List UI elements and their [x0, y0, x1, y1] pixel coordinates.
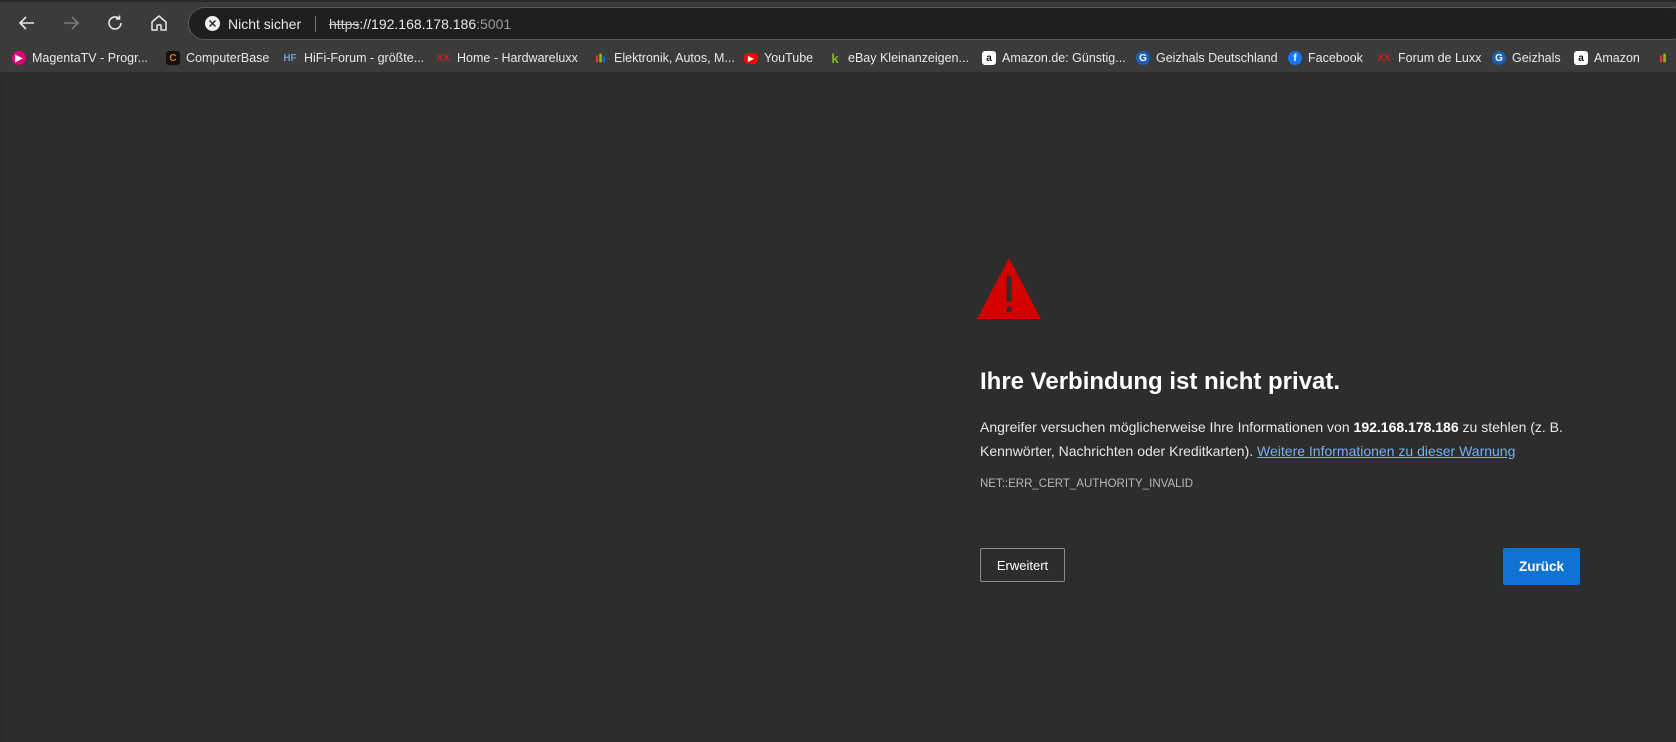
error-description: Angreifer versuchen möglicherweise Ihre …: [980, 415, 1600, 463]
advanced-button[interactable]: Erweitert: [980, 548, 1065, 582]
bookmark-label: YouTube: [764, 51, 814, 65]
url-port: :5001: [476, 15, 512, 32]
amazon-icon: a: [982, 51, 996, 65]
bookmark-amazon[interactable]: a Amazon: [1574, 47, 1640, 69]
bookmark-magentatv[interactable]: ▶ MagentaTV - Progr...: [12, 47, 148, 69]
bookmark-kleinanzeigen[interactable]: k eBay Kleinanzeigen...: [828, 47, 969, 69]
arrow-right-icon: [64, 16, 80, 30]
more-info-link[interactable]: Weitere Informationen zu dieser Warnung: [1257, 443, 1515, 459]
url-text[interactable]: https://192.168.178.186:5001: [329, 8, 511, 39]
bookmark-label: Geizhals Deutschland: [1156, 51, 1278, 65]
hifi-forum-icon: HF: [283, 52, 297, 64]
bookmark-geizhals-deutschland[interactable]: G Geizhals Deutschland: [1136, 47, 1278, 69]
address-divider: [315, 16, 316, 32]
computerbase-icon: C: [166, 51, 180, 65]
description-text: Angreifer versuchen möglicherweise Ihre …: [980, 419, 1354, 435]
bookmark-label: MagentaTV - Progr...: [32, 51, 149, 65]
ebay-icon: [1658, 51, 1672, 65]
facebook-icon: f: [1288, 51, 1302, 65]
bookmark-facebook[interactable]: f Facebook: [1288, 47, 1363, 69]
geizhals-icon: G: [1492, 51, 1506, 65]
bookmark-label: ComputerBase: [186, 51, 270, 65]
bookmark-amazon-de[interactable]: a Amazon.de: Günstig...: [982, 47, 1126, 69]
bookmark-label: Geizhals: [1512, 51, 1561, 65]
site-security-indicator[interactable]: Nicht sicher: [205, 8, 301, 39]
back-button[interactable]: [10, 6, 44, 40]
bookmark-label: Forum de Luxx: [1398, 51, 1482, 65]
ebay-icon: [594, 51, 608, 65]
url-host: ://192.168.178.186: [359, 15, 477, 32]
bookmark-overflow[interactable]: [1658, 47, 1672, 69]
bookmark-hardwareluxx[interactable]: XX Home - Hardwareluxx: [435, 47, 578, 69]
url-scheme: https: [329, 15, 360, 32]
kleinanzeigen-icon: k: [831, 50, 839, 66]
bookmark-label: Amazon.de: Günstig...: [1002, 51, 1126, 65]
amazon-icon: a: [1574, 51, 1588, 65]
bookmark-computerbase[interactable]: C ComputerBase: [166, 47, 269, 69]
description-host: 192.168.178.186: [1353, 419, 1459, 435]
bookmarks-bar: ▶ MagentaTV - Progr... C ComputerBase HF…: [0, 43, 1676, 73]
not-secure-label: Nicht sicher: [228, 15, 302, 32]
reload-icon: [108, 15, 122, 30]
bookmark-ebay[interactable]: Elektronik, Autos, M...: [594, 47, 735, 69]
not-secure-icon: [205, 16, 220, 31]
bookmark-label: Amazon: [1594, 51, 1640, 65]
bookmark-forum-de-luxx[interactable]: XX Forum de Luxx: [1376, 47, 1481, 69]
hardwareluxx-forum-icon: XX: [1377, 52, 1391, 64]
hardwareluxx-icon: XX: [436, 52, 450, 64]
arrow-left-icon: [18, 16, 34, 30]
bookmark-label: Elektronik, Autos, M...: [614, 51, 735, 65]
page-title: Ihre Verbindung ist nicht privat.: [980, 368, 1341, 395]
page-content: [4, 75, 1676, 742]
geizhals-icon: G: [1136, 51, 1150, 65]
bookmark-geizhals[interactable]: G Geizhals: [1492, 47, 1561, 69]
address-bar[interactable]: Nicht sicher https://192.168.178.186:500…: [188, 7, 1676, 40]
bookmark-hifi-forum[interactable]: HF HiFi-Forum - größte...: [282, 47, 424, 69]
error-code: NET::ERR_CERT_AUTHORITY_INVALID: [980, 478, 1194, 490]
bookmark-label: HiFi-Forum - größte...: [304, 51, 425, 65]
bookmark-youtube[interactable]: ▶ YouTube: [744, 47, 813, 69]
youtube-icon: ▶: [744, 52, 758, 64]
forward-button[interactable]: [54, 6, 88, 40]
reload-button[interactable]: [98, 6, 132, 40]
bookmark-label: Home - Hardwareluxx: [457, 51, 578, 65]
bookmark-label: eBay Kleinanzeigen...: [848, 51, 969, 65]
warning-icon: [977, 258, 1041, 319]
back-to-safety-button[interactable]: Zurück: [1503, 548, 1580, 585]
magenta-tv-icon: ▶: [12, 51, 26, 65]
browser-toolbar: Nicht sicher https://192.168.178.186:500…: [0, 0, 1676, 43]
home-icon: [151, 15, 167, 31]
home-button[interactable]: [142, 6, 176, 40]
bookmark-label: Facebook: [1308, 51, 1363, 65]
